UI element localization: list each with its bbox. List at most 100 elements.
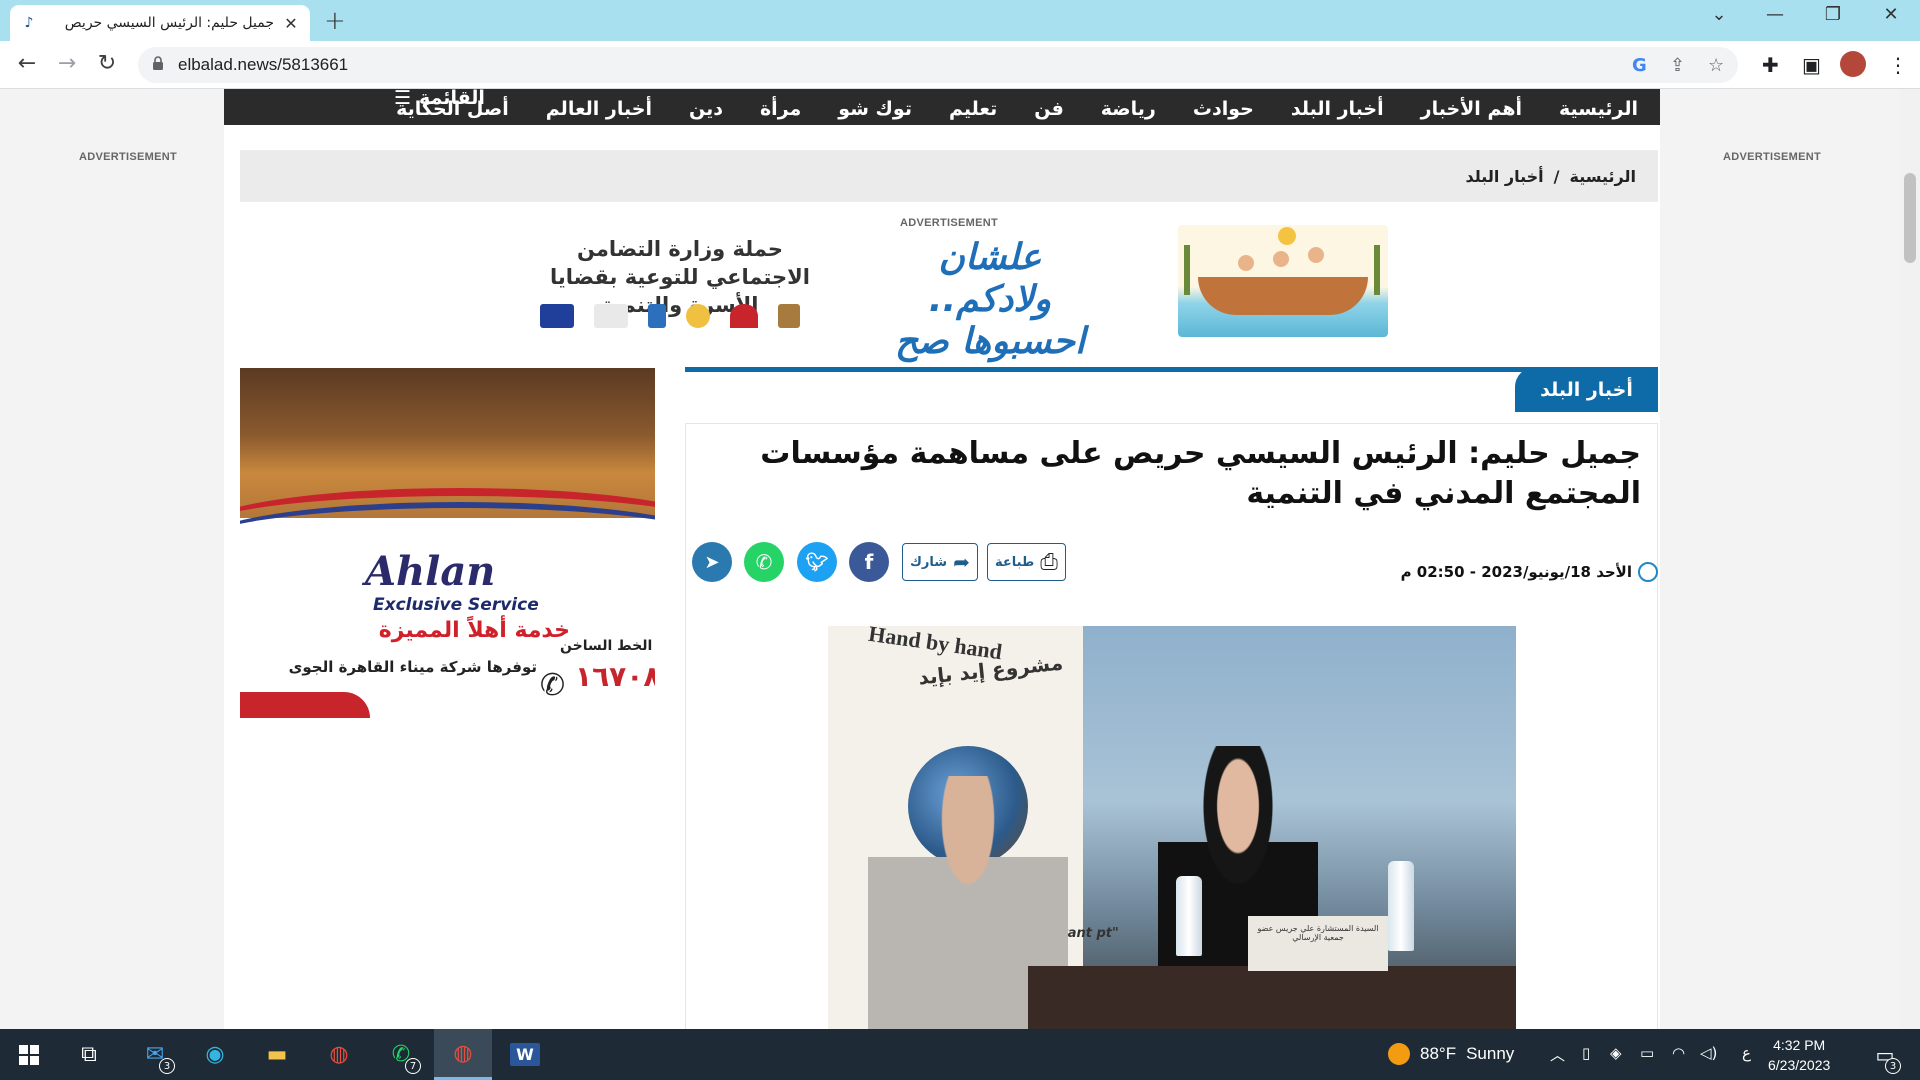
restore-button[interactable]: ❐	[1818, 4, 1848, 25]
scrollbar-thumb[interactable]	[1904, 173, 1916, 263]
word-icon: W	[510, 1043, 540, 1066]
nav-item-home[interactable]: الرئيسية	[1559, 99, 1638, 119]
printer-icon: ⎙	[1040, 549, 1058, 575]
breadcrumb: الرئيسية / أخبار البلد	[240, 150, 1658, 202]
weather-widget[interactable]: 88°F Sunny	[1388, 1043, 1514, 1065]
bookmark-star-icon[interactable]: ☆	[1708, 55, 1724, 76]
profile-avatar[interactable]	[1840, 51, 1866, 77]
twitter-share[interactable]: 🐦︎	[797, 542, 837, 582]
telegram-icon: ➤	[692, 542, 732, 582]
edge-icon: ◉	[205, 1042, 225, 1067]
close-window-button[interactable]: ✕	[1876, 4, 1906, 25]
notification-center[interactable]: ▭ 3	[1860, 1029, 1910, 1080]
ad-arabic-subtitle: توفرها شركة ميناء القاهرة الجوى	[288, 658, 537, 676]
input-language[interactable]: ع	[1742, 1044, 1751, 1062]
nav-item-art[interactable]: فن	[1034, 99, 1064, 119]
nav-item-top-news[interactable]: أهم الأخبار	[1421, 99, 1522, 119]
banner-partner-logos	[540, 304, 800, 328]
nav-links: الرئيسية أهم الأخبار أخبار البلد حوادث ر…	[396, 89, 1638, 119]
page-viewport: الرئيسية أهم الأخبار أخبار البلد حوادث ر…	[0, 89, 1900, 1029]
start-button[interactable]	[0, 1029, 58, 1080]
chrome-app[interactable]: ◍	[310, 1029, 368, 1080]
site-navigation: الرئيسية أهم الأخبار أخبار البلد حوادث ر…	[224, 89, 1660, 125]
nav-item-sports[interactable]: رياضة	[1101, 99, 1156, 119]
security-icon[interactable]: ◈	[1610, 1044, 1622, 1062]
address-bar[interactable]: elbalad.news/5813661 G ⇪ ☆	[138, 47, 1738, 83]
windows-taskbar: ⧉ ✉ 3 ◉ ▬ ◍ ✆ 7 ◍ W 88°F Sunny ︿ ▯ ◈ ▭ ◠…	[0, 1029, 1920, 1080]
clock-icon	[1638, 562, 1658, 582]
show-hidden-icons[interactable]: ︿	[1550, 1044, 1565, 1065]
wifi-icon[interactable]: ◠	[1672, 1044, 1685, 1062]
minimize-button[interactable]: —	[1760, 4, 1790, 25]
browser-toolbar: ← → ↻ elbalad.news/5813661 G ⇪ ☆ ✚ ▣ ⋮	[0, 41, 1920, 89]
share-button-wrap: ➦ شارك	[902, 543, 978, 581]
facebook-icon: f	[849, 542, 889, 582]
breadcrumb-home[interactable]: الرئيسية	[1570, 167, 1637, 186]
weather-desc: Sunny	[1466, 1044, 1515, 1063]
section-header-bar	[685, 367, 1658, 372]
task-view-icon: ⧉	[81, 1042, 97, 1067]
google-icon[interactable]: G	[1632, 55, 1647, 76]
battery-icon[interactable]: ▭	[1640, 1044, 1654, 1062]
site-favicon-icon: ♪	[24, 15, 34, 31]
breadcrumb-section[interactable]: أخبار البلد	[1466, 167, 1544, 186]
print-label: طباعة	[995, 554, 1035, 570]
back-button[interactable]: ←	[12, 51, 42, 76]
whatsapp-app[interactable]: ✆ 7	[372, 1029, 430, 1080]
breadcrumb-separator: /	[1553, 167, 1560, 186]
nav-item-world-news[interactable]: أخبار العالم	[546, 99, 652, 119]
print-button[interactable]: ⎙ طباعة	[987, 543, 1066, 581]
telegram-share[interactable]: ➤	[692, 542, 732, 582]
device-icon[interactable]: ▯	[1582, 1044, 1590, 1062]
facebook-share[interactable]: f	[849, 542, 889, 582]
nav-item-talk-show[interactable]: توك شو	[838, 99, 912, 119]
chrome-active-app[interactable]: ◍	[434, 1029, 492, 1080]
share-icon[interactable]: ⇪	[1670, 55, 1685, 76]
extensions-icon[interactable]: ✚	[1762, 53, 1779, 77]
mail-badge: 3	[159, 1058, 175, 1074]
nav-item-country-news[interactable]: أخبار البلد	[1291, 99, 1384, 119]
nav-item-religion[interactable]: دين	[689, 99, 723, 119]
url-text: elbalad.news/5813661	[178, 55, 349, 74]
reload-button[interactable]: ↻	[92, 51, 122, 76]
close-tab-icon[interactable]: ✕	[282, 14, 300, 33]
phone-icon: ✆	[540, 668, 566, 703]
nav-item-women[interactable]: مرأة	[760, 99, 801, 119]
menu-button[interactable]: ☰ القائمة	[394, 89, 485, 109]
mail-app[interactable]: ✉ 3	[126, 1029, 184, 1080]
side-panel-icon[interactable]: ▣	[1802, 53, 1821, 77]
file-explorer-app[interactable]: ▬	[248, 1029, 306, 1080]
ad-brand: Ahlan	[365, 548, 496, 595]
hamburger-icon: ☰	[394, 89, 412, 109]
top-banner-ad[interactable]: حملة وزارة التضامن الاجتماعي للتوعية بقض…	[530, 221, 1390, 362]
task-view-button[interactable]: ⧉	[60, 1029, 118, 1080]
browser-tab[interactable]: ♪ جميل حليم: الرئيس السيسي حريص ✕	[10, 5, 310, 41]
whatsapp-badge: 7	[405, 1058, 421, 1074]
page-scrollbar[interactable]	[1900, 89, 1920, 1029]
sun-icon	[1388, 1043, 1410, 1065]
nav-item-education[interactable]: تعليم	[949, 99, 997, 119]
whatsapp-share[interactable]: ✆	[744, 542, 784, 582]
volume-icon[interactable]: ◁)	[1700, 1044, 1717, 1062]
share-button[interactable]: ➦ شارك	[902, 543, 978, 581]
chrome-menu-icon[interactable]: ⋮	[1888, 53, 1908, 77]
ad-hotline-number: ١٦٧٠٨	[575, 660, 655, 693]
word-app[interactable]: W	[496, 1029, 554, 1080]
chrome-icon: ◍	[329, 1042, 349, 1067]
photo-nameplate: السيدة المستشارة علي جريس عضو جمعية الإر…	[1248, 916, 1388, 971]
edge-app[interactable]: ◉	[186, 1029, 244, 1080]
ad-bottom-strip	[240, 692, 370, 718]
taskbar-clock[interactable]: 4:32 PM 6/23/2023	[1768, 1035, 1830, 1075]
sidebar-ad[interactable]: Ahlan Exclusive Service خدمة أهلاً الممي…	[240, 368, 655, 718]
photo-table	[1028, 966, 1516, 1029]
ad-tagline: Exclusive Service	[373, 595, 539, 615]
section-tab[interactable]: أخبار البلد	[1515, 367, 1658, 412]
twitter-icon: 🐦︎	[797, 542, 837, 582]
nav-item-accidents[interactable]: حوادث	[1193, 99, 1254, 119]
forward-button[interactable]: →	[52, 51, 82, 76]
banner-slogan: علشان ولادكم.. احسبوها صح	[894, 237, 1086, 362]
article-date: الأحد 18/يونيو/2023 - 02:50 م	[1400, 563, 1632, 581]
new-tab-button[interactable]: +	[324, 6, 346, 36]
tab-search-icon[interactable]: ⌄	[1704, 4, 1734, 25]
article-meta: الأحد 18/يونيو/2023 - 02:50 م	[1401, 562, 1658, 582]
